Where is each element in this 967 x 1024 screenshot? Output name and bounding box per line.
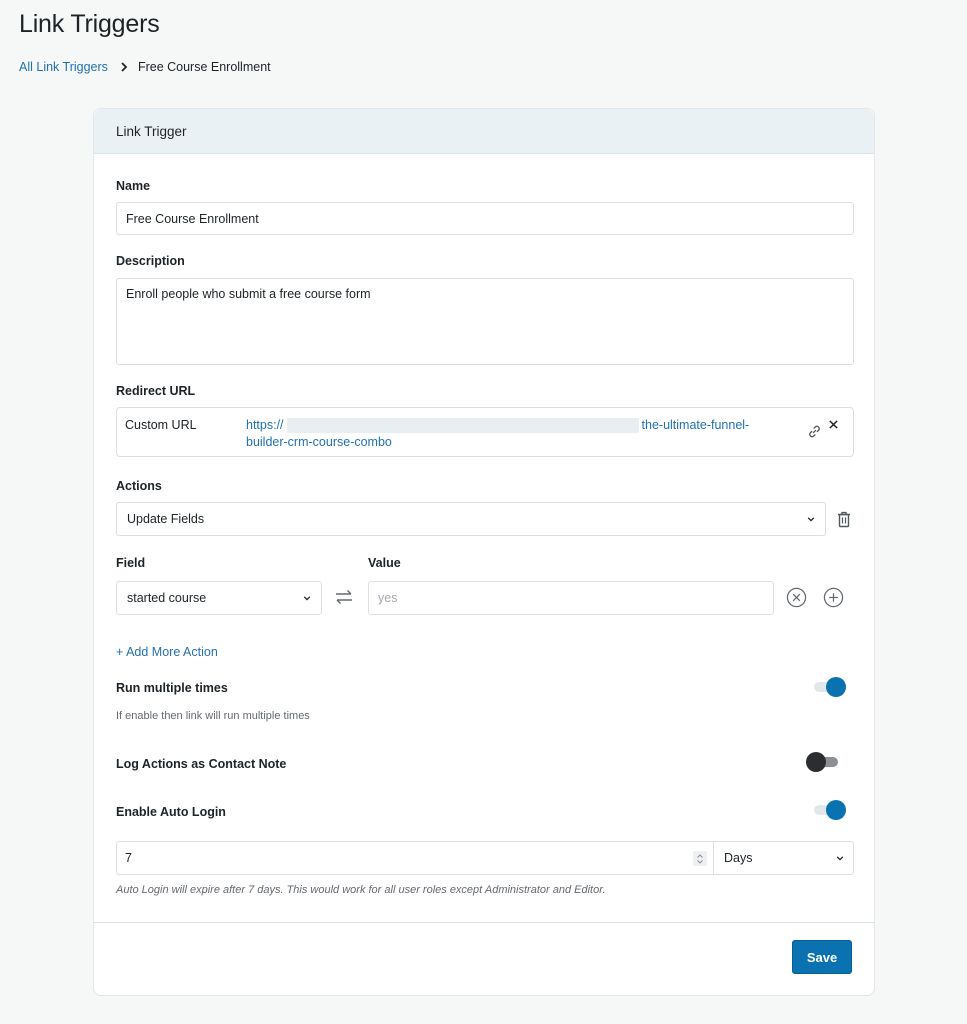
chevron-down-icon [807, 515, 815, 523]
breadcrumb: All Link Triggers Free Course Enrollment [19, 60, 271, 74]
auto-login-duration-group: 7 Days [116, 841, 854, 875]
redacted-url-segment [286, 418, 639, 433]
name-label: Name [116, 179, 151, 193]
run-multiple-label: Run multiple times [116, 681, 228, 695]
page-title: Link Triggers [19, 10, 160, 38]
field-label: Field [116, 556, 146, 570]
redirect-url-link[interactable]: https:// the-ultimate-funnel- [246, 418, 749, 433]
breadcrumb-all-link-triggers[interactable]: All Link Triggers [19, 60, 108, 74]
add-more-action-link[interactable]: + Add More Action [116, 645, 218, 659]
auto-login-toggle[interactable] [812, 800, 846, 820]
link-icon[interactable] [807, 424, 822, 442]
footer-divider [94, 922, 874, 923]
run-multiple-hint: If enable then link will run multiple ti… [116, 710, 310, 722]
url-continuation[interactable]: builder-crm-course-combo [246, 435, 392, 449]
chevron-down-icon [303, 594, 311, 602]
swap-arrows-icon [332, 587, 356, 607]
url-suffix: the-ultimate-funnel- [641, 418, 750, 432]
chevron-right-icon [120, 62, 128, 72]
action-type-value: Update Fields [127, 512, 205, 526]
field-select-value: started course [127, 591, 207, 605]
number-spinner[interactable] [693, 851, 707, 866]
duration-unit-value: Days [724, 851, 753, 865]
actions-label: Actions [116, 479, 162, 493]
trash-icon[interactable] [834, 509, 854, 529]
url-prefix: https:// [246, 418, 284, 432]
chevron-down-icon [836, 854, 844, 862]
description-textarea[interactable]: Enroll people who submit a free course f… [116, 278, 854, 365]
duration-value: 7 [125, 851, 132, 865]
save-button[interactable]: Save [792, 940, 852, 974]
circle-plus-icon[interactable] [822, 586, 844, 608]
auto-login-duration-input[interactable]: 7 [117, 842, 713, 874]
card-title: Link Trigger [94, 109, 874, 154]
value-input[interactable]: yes [368, 581, 774, 615]
close-icon[interactable] [828, 418, 839, 433]
circle-x-icon[interactable] [785, 586, 807, 608]
run-multiple-toggle[interactable] [812, 677, 846, 697]
auto-login-label: Enable Auto Login [116, 805, 226, 819]
duration-unit-select[interactable]: Days [713, 842, 853, 874]
name-input[interactable]: Free Course Enrollment [116, 202, 854, 235]
field-select[interactable]: started course [116, 581, 322, 615]
redirect-url-box: Custom URL https:// the-ultimate-funnel-… [116, 407, 854, 457]
description-label: Description [116, 254, 185, 268]
action-type-select[interactable]: Update Fields [116, 502, 826, 536]
url-type-label: Custom URL [125, 418, 197, 432]
link-trigger-card: Link Trigger Name Free Course Enrollment… [93, 108, 875, 996]
redirect-url-label: Redirect URL [116, 384, 196, 398]
breadcrumb-current: Free Course Enrollment [137, 60, 271, 74]
auto-login-hint: Auto Login will expire after 7 days. Thi… [116, 884, 606, 896]
log-actions-label: Log Actions as Contact Note [116, 757, 287, 771]
log-actions-toggle[interactable] [806, 752, 840, 772]
value-label: Value [368, 556, 401, 570]
